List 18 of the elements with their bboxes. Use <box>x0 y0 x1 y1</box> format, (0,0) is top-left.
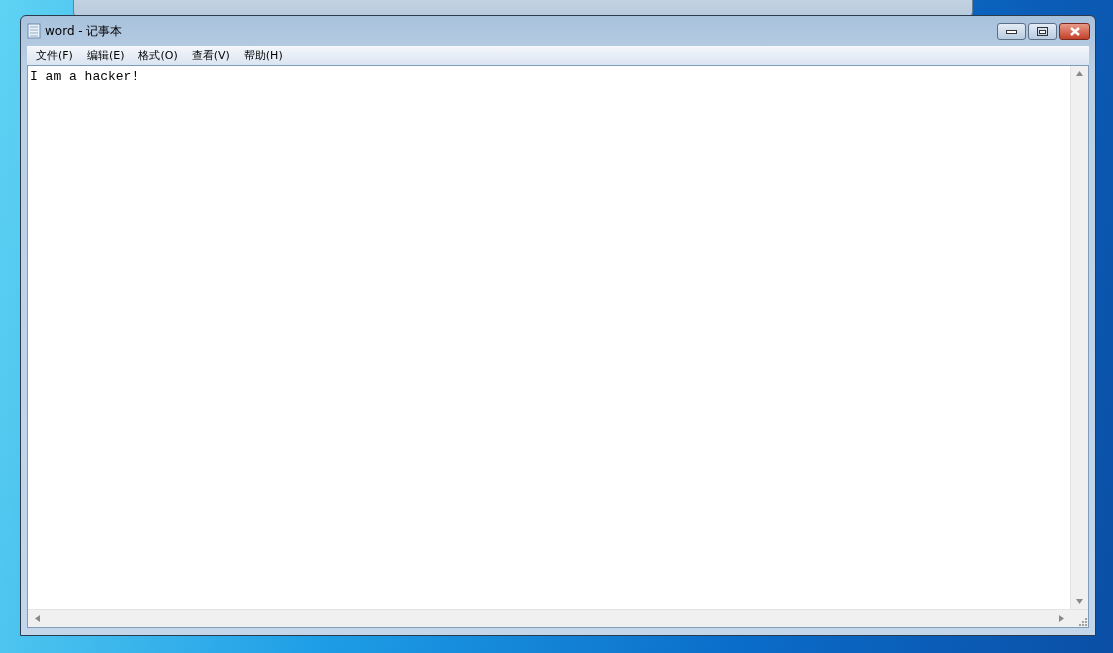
menu-item[interactable]: 文件(F) <box>29 46 80 65</box>
scroll-down-icon[interactable] <box>1076 598 1083 605</box>
scroll-left-icon[interactable] <box>34 615 41 622</box>
maximize-button[interactable] <box>1028 22 1057 40</box>
menu-item[interactable]: 查看(V) <box>184 46 237 65</box>
close-button[interactable] <box>1059 22 1090 40</box>
close-icon <box>1068 26 1081 36</box>
menu-item[interactable]: 编辑(E) <box>79 46 132 65</box>
window-title: word - 记事本 <box>45 22 123 40</box>
minimize-button[interactable] <box>997 22 1026 40</box>
menu-item[interactable]: 帮助(H) <box>236 46 290 65</box>
scroll-up-icon[interactable] <box>1076 70 1083 77</box>
scroll-right-icon[interactable] <box>1058 615 1065 622</box>
notepad-icon <box>27 23 41 39</box>
menu-item[interactable]: 格式(O) <box>131 46 185 65</box>
resize-grip-icon[interactable] <box>1078 617 1088 627</box>
maximize-icon <box>1037 26 1048 36</box>
minimize-icon <box>1006 28 1017 34</box>
